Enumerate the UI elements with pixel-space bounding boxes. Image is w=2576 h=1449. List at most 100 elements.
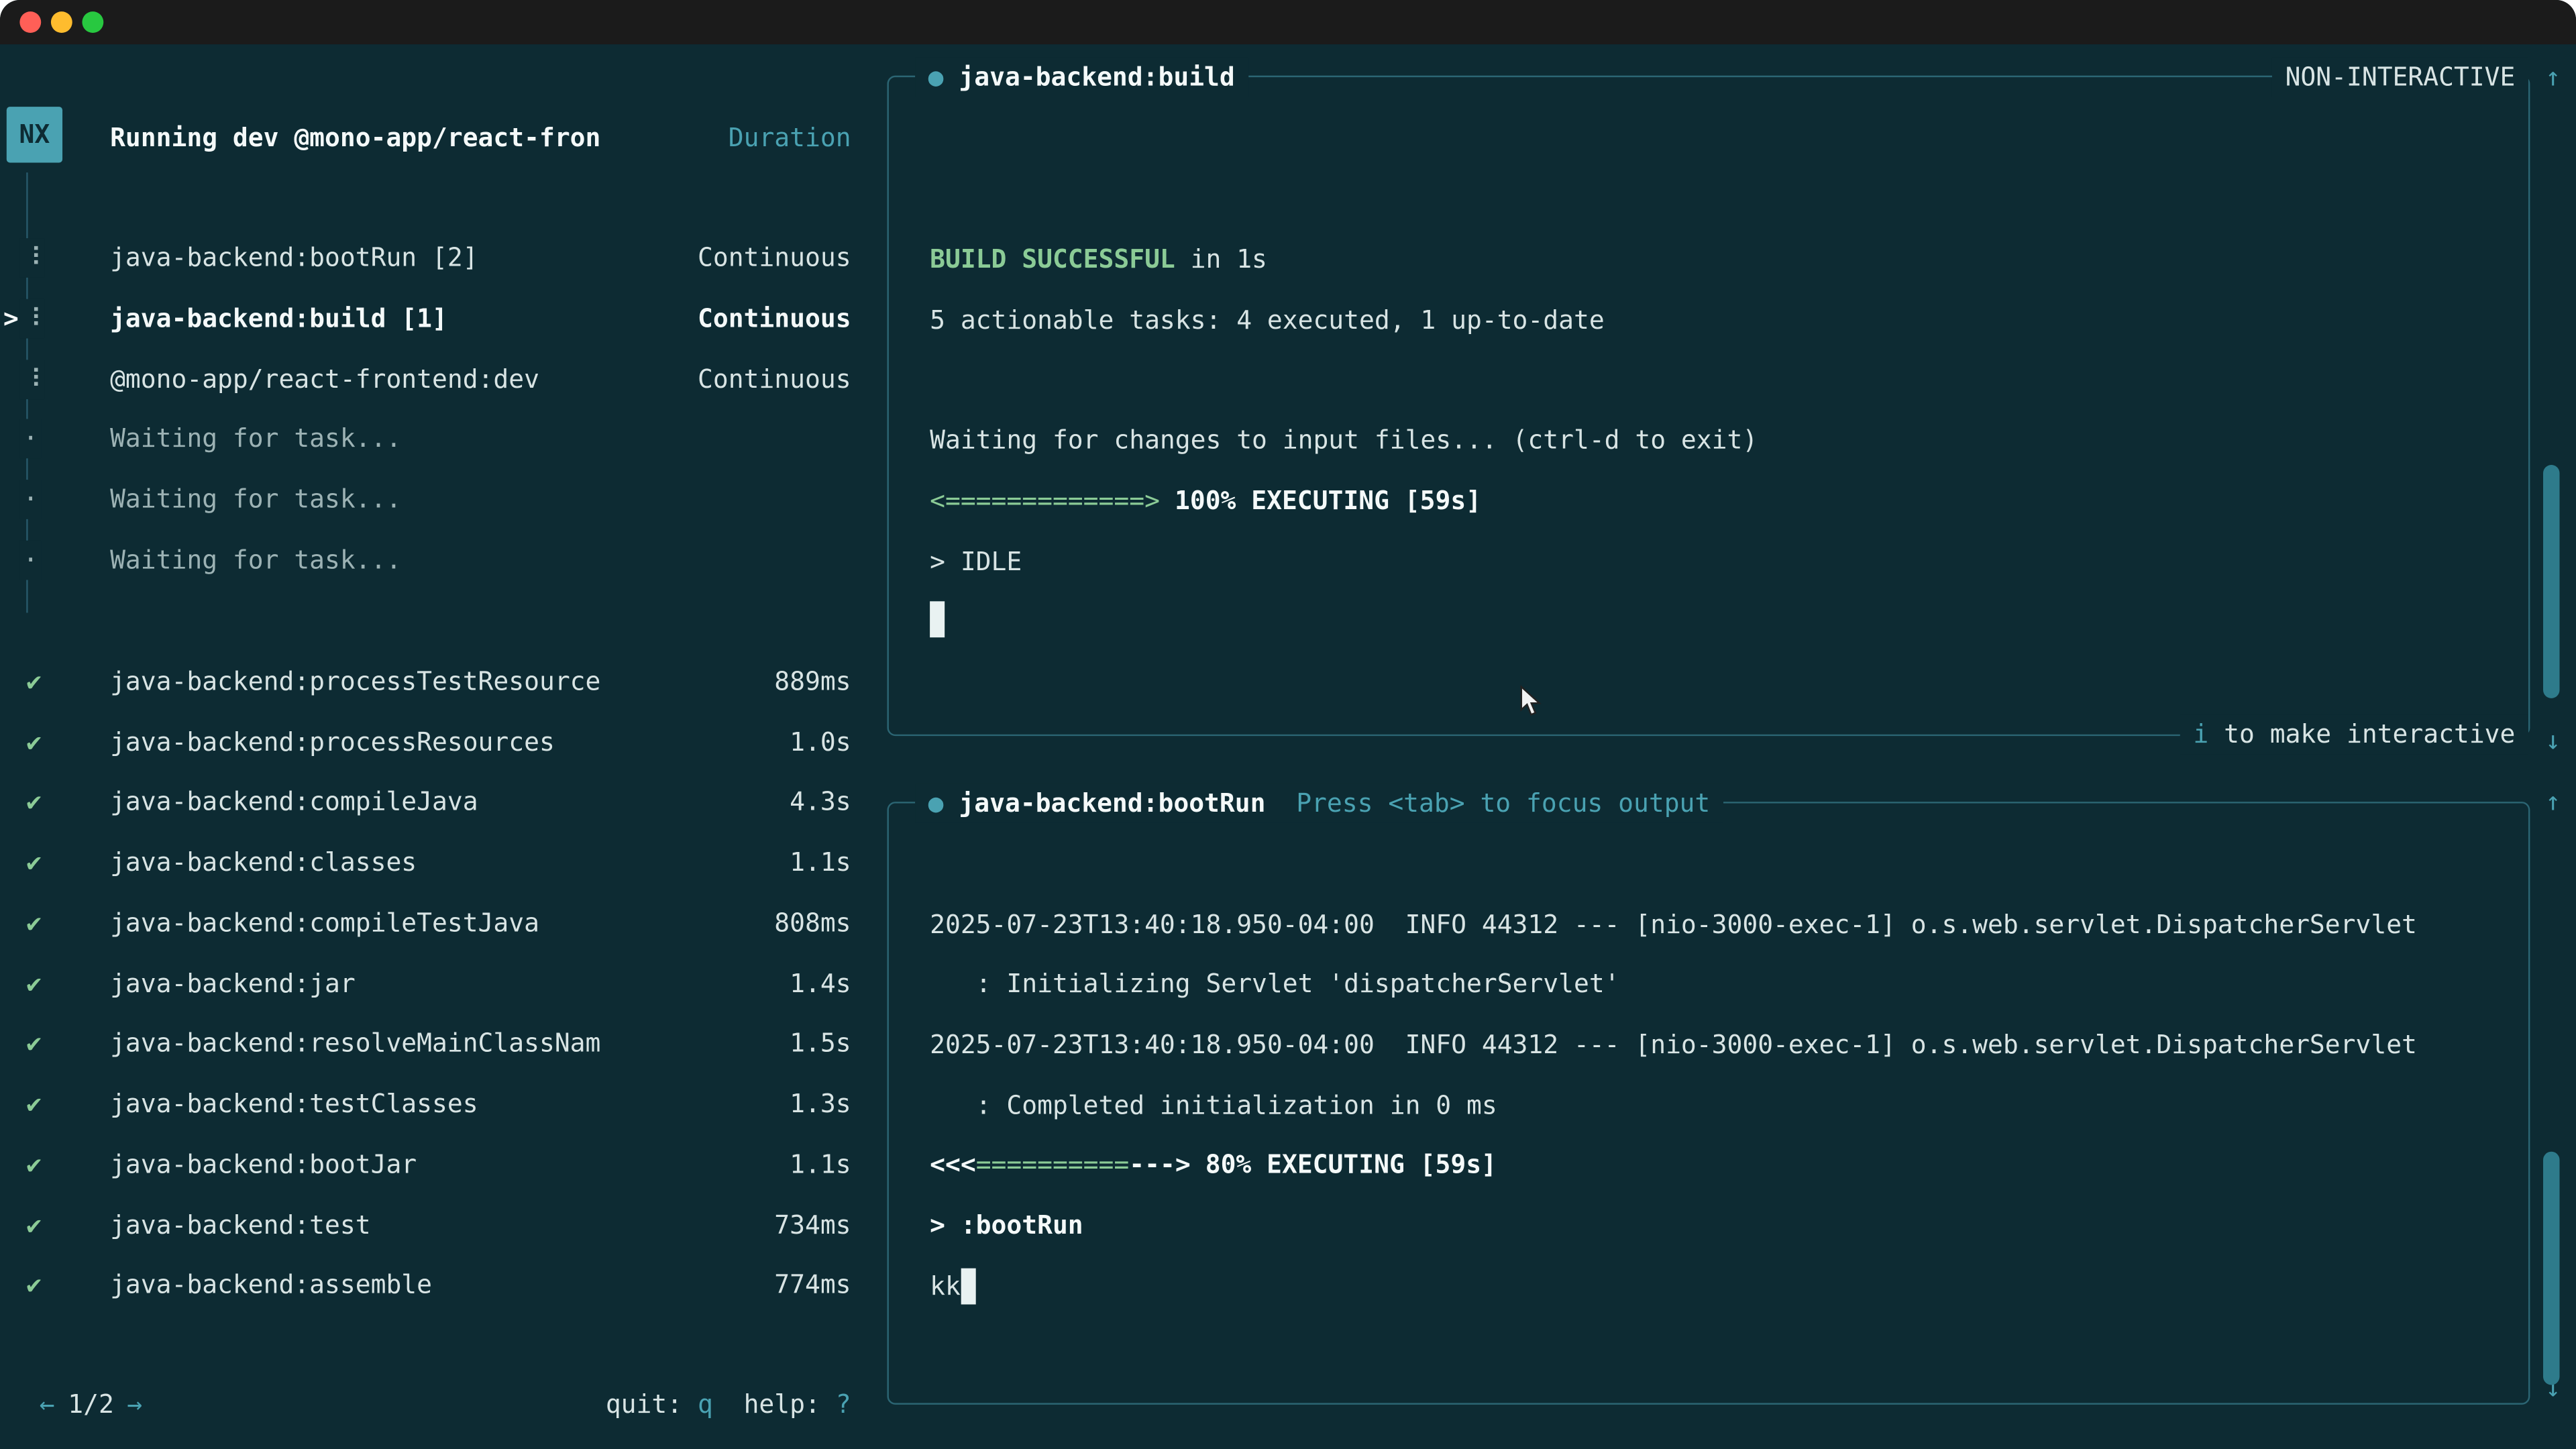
duration-column-header: Duration xyxy=(729,118,851,158)
hint-key: i xyxy=(2193,720,2208,749)
completed-task-row[interactable]: ✔ java-backend:compileTestJava 808ms xyxy=(0,904,887,943)
check-icon: ✔ xyxy=(26,1265,42,1305)
completed-task-row[interactable]: ✔ java-backend:compileJava 4.3s xyxy=(0,782,887,822)
task-label: java-backend:build [1] xyxy=(110,299,447,339)
quit-key: q xyxy=(698,1390,713,1419)
app-main: NX Running dev @mono-app/react-fron Dura… xyxy=(0,44,2576,1449)
log-line: 2025-07-23T13:40:18.950-04:00 INFO 44312… xyxy=(930,1025,2417,1065)
terminal-window: NX Running dev @mono-app/react-fron Dura… xyxy=(0,0,2576,1449)
bullet-icon: · xyxy=(19,541,42,580)
completed-task-row[interactable]: ✔ java-backend:resolveMainClassNam 1.5s xyxy=(0,1024,887,1063)
waiting-line: Waiting for changes to input files... (c… xyxy=(930,421,1758,460)
log-line: : Completed initialization in 0 ms xyxy=(930,1086,1497,1126)
log-line: 2025-07-23T13:40:18.950-04:00 INFO 44312… xyxy=(930,905,2417,945)
completed-task-row[interactable]: ✔ java-backend:classes 1.1s xyxy=(0,843,887,882)
hint-text: to make interactive xyxy=(2208,720,2515,749)
input-line[interactable]: kk xyxy=(930,1267,961,1306)
mode-badge: NON-INTERACTIVE xyxy=(2272,58,2528,97)
mouse-cursor xyxy=(1519,685,1542,724)
check-icon: ✔ xyxy=(26,782,42,822)
footer-shortcuts: quit: q help: ? xyxy=(606,1385,851,1424)
completed-task-row[interactable]: ✔ java-backend:assemble 774ms xyxy=(0,1265,887,1305)
bootrun-output-panel[interactable]: ● java-backend:bootRun Press <tab> to fo… xyxy=(887,802,2530,1405)
bullet-icon: · xyxy=(19,480,42,519)
task-row-waiting-2: · Waiting for task... xyxy=(0,480,887,519)
completed-task-row[interactable]: ✔ java-backend:test 734ms xyxy=(0,1206,887,1246)
task-row-build-active[interactable]: ⠸ java-backend:build [1] Continuous xyxy=(0,299,887,339)
log-line: : Initializing Servlet 'dispatcherServle… xyxy=(930,965,1619,1004)
check-icon: ✔ xyxy=(26,1084,42,1124)
completed-task-row[interactable]: ✔ java-backend:testClasses 1.3s xyxy=(0,1084,887,1124)
task-duration: 1.4s xyxy=(790,965,851,1004)
build-panel-scrollbar-thumb[interactable] xyxy=(2543,465,2559,698)
minimize-button[interactable] xyxy=(51,11,72,33)
task-label: java-backend:bootRun [2] xyxy=(110,238,478,278)
help-label: help: xyxy=(713,1390,836,1419)
task-label: java-backend:resolveMainClassNam xyxy=(110,1024,600,1063)
sidebar-header: Running dev @mono-app/react-fron Duratio… xyxy=(0,118,887,158)
task-row-frontend-dev[interactable]: ⠸ @mono-app/react-frontend:dev Continuou… xyxy=(0,360,887,399)
spinner-icon: ⠸ xyxy=(19,238,45,278)
task-row-waiting-3: · Waiting for task... xyxy=(0,541,887,580)
check-icon: ✔ xyxy=(26,723,42,763)
progress-bar-rest: ---> xyxy=(1129,1150,1190,1179)
build-result-line: BUILD SUCCESSFUL in 1s xyxy=(930,240,1267,280)
cursor-block xyxy=(961,1269,976,1305)
check-icon: ✔ xyxy=(26,1024,42,1063)
check-icon: ✔ xyxy=(26,1206,42,1246)
scroll-up-arrow[interactable]: ↑ xyxy=(2536,58,2569,97)
task-label: java-backend:compileTestJava xyxy=(110,904,539,943)
sidebar-footer: ←1/2→ quit: q help: ? xyxy=(0,1385,887,1424)
task-duration: 1.3s xyxy=(790,1084,851,1124)
zoom-button[interactable] xyxy=(82,11,103,33)
completed-task-row[interactable]: ✔ java-backend:processTestResource 889ms xyxy=(0,662,887,702)
help-key: ? xyxy=(836,1390,851,1419)
task-label: java-backend:jar xyxy=(110,965,356,1004)
task-row-bootrun[interactable]: ⠸ java-backend:bootRun [2] Continuous xyxy=(0,238,887,278)
task-row-waiting-1: · Waiting for task... xyxy=(0,419,887,458)
pagination: ←1/2→ xyxy=(40,1385,143,1424)
progress-bar: <=============> xyxy=(930,486,1160,516)
progress-bar-filled: ========== xyxy=(976,1150,1130,1179)
page-indicator: 1/2 xyxy=(55,1390,127,1419)
bullet-icon: · xyxy=(19,419,42,458)
task-label: java-backend:processResources xyxy=(110,723,555,763)
progress-status: 80% EXECUTING [59s] xyxy=(1205,1150,1497,1179)
cursor-block xyxy=(930,601,945,637)
scroll-up-arrow[interactable]: ↑ xyxy=(2536,782,2569,822)
completed-task-row[interactable]: ✔ java-backend:jar 1.4s xyxy=(0,965,887,1004)
task-label: java-backend:bootJar xyxy=(110,1145,417,1185)
panel-title-text: java-backend:bootRun xyxy=(959,789,1265,818)
check-icon: ✔ xyxy=(26,662,42,702)
bootrun-panel-scrollbar-thumb[interactable] xyxy=(2543,1152,2559,1385)
quit-label: quit: xyxy=(606,1390,698,1419)
sidebar-title: Running dev @mono-app/react-fron xyxy=(110,118,600,158)
task-bullet-icon: ● xyxy=(928,789,959,818)
task-label: java-backend:compileJava xyxy=(110,782,478,822)
progress-prefix: <<< xyxy=(930,1150,976,1179)
titlebar xyxy=(0,0,2576,44)
focus-hint: Press <tab> to focus output xyxy=(1296,789,1710,818)
scale-wrapper: NX Running dev @mono-app/react-fron Dura… xyxy=(0,0,2576,1449)
task-bullet-icon: ● xyxy=(928,62,959,92)
tasks-summary-line: 5 actionable tasks: 4 executed, 1 up-to-… xyxy=(930,301,1605,340)
task-status: Continuous xyxy=(698,238,851,278)
panel-title: ● java-backend:build xyxy=(915,58,1248,97)
task-duration: 808ms xyxy=(774,904,851,943)
completed-task-row[interactable]: ✔ java-backend:bootJar 1.1s xyxy=(0,1145,887,1185)
build-output-panel[interactable]: ● java-backend:build NON-INTERACTIVE BUI… xyxy=(887,76,2530,736)
check-icon: ✔ xyxy=(26,843,42,882)
completed-task-row[interactable]: ✔ java-backend:processResources 1.0s xyxy=(0,723,887,763)
progress-line: <=============>100% EXECUTING [59s] xyxy=(930,482,1481,521)
check-icon: ✔ xyxy=(26,965,42,1004)
interactive-hint: i to make interactive xyxy=(2180,714,2528,754)
progress-line: <<<==========---> 80% EXECUTING [59s] xyxy=(930,1145,1497,1185)
scroll-down-arrow[interactable]: ↓ xyxy=(2536,721,2569,761)
check-icon: ✔ xyxy=(26,904,42,943)
panel-title: ● java-backend:bootRun Press <tab> to fo… xyxy=(915,784,1723,823)
task-label: Waiting for task... xyxy=(110,541,401,580)
prev-page-arrow[interactable]: ← xyxy=(40,1390,55,1419)
close-button[interactable] xyxy=(19,11,41,33)
task-duration: 889ms xyxy=(774,662,851,702)
next-page-arrow[interactable]: → xyxy=(127,1390,142,1419)
